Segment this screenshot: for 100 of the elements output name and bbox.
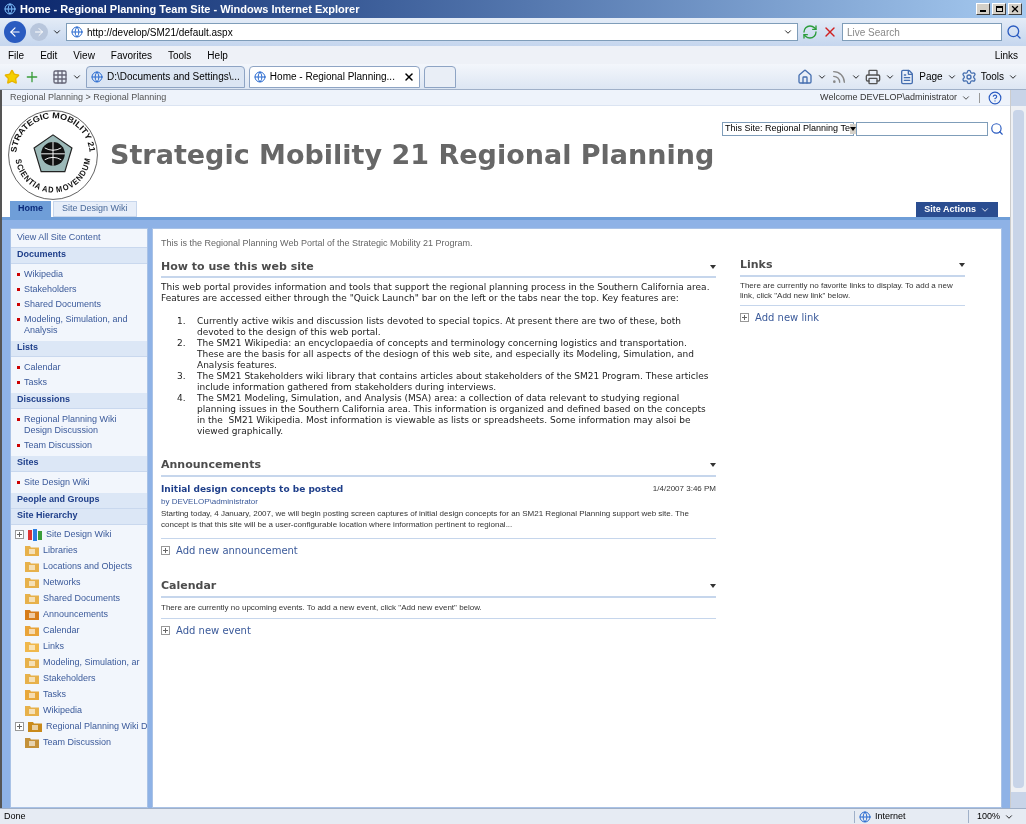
nav-link[interactable]: Wikipedia xyxy=(24,268,63,280)
announcement-body: Starting today, 4 January, 2007, we will begin posting screen captures of initial design concepts for an SM21 Regional Planning support web site. The concept is that this site will be a user-configurable location where information pertinent to regional... xyxy=(161,508,716,539)
tree-item[interactable]: Site Design Wiki xyxy=(46,527,112,542)
add-link[interactable]: Add new announcement xyxy=(176,543,298,558)
breadcrumb[interactable]: Regional Planning > Regional Planning xyxy=(10,90,167,105)
folder-icon xyxy=(25,593,39,604)
add-link[interactable]: Add new event xyxy=(176,622,251,638)
announcement-author[interactable]: by DEVELOP\administrator xyxy=(161,496,716,508)
dropdown-arrow-icon[interactable] xyxy=(959,263,965,268)
refresh-icon[interactable] xyxy=(802,24,818,40)
bullet-icon xyxy=(17,480,20,484)
menu-item[interactable]: Edit xyxy=(40,47,58,63)
browser-icon xyxy=(4,3,16,15)
intro-text: This is the Regional Planning Web Portal of the Strategic Mobility 21 Program. xyxy=(161,237,474,250)
tree-item[interactable]: Team Discussion xyxy=(43,735,112,750)
nav-link[interactable]: Modeling, Simulation, and Analysis xyxy=(24,313,141,336)
tree-item[interactable]: Tasks xyxy=(43,687,66,702)
forward-arrow-icon xyxy=(33,26,45,38)
bullet-icon xyxy=(17,317,20,321)
folder-icon xyxy=(25,561,39,572)
search-scope-dropdown[interactable]: This Site: Regional Planning Te xyxy=(722,122,854,136)
tree-item[interactable]: Announcements xyxy=(43,607,109,622)
site-icon xyxy=(28,528,42,541)
links-label[interactable]: Links xyxy=(994,47,1018,63)
tree-item[interactable]: Locations and Objects xyxy=(43,559,133,574)
zoom-button[interactable]: 100% xyxy=(967,809,1022,824)
list-number: 2. xyxy=(176,338,187,350)
tree-item[interactable]: Shared Documents xyxy=(43,591,121,606)
nav-section-heading[interactable]: Lists xyxy=(11,340,147,357)
web-part-title: Calendar xyxy=(161,578,217,594)
add-link[interactable]: Add new link xyxy=(755,309,820,325)
nav-link[interactable]: Tasks xyxy=(24,376,47,388)
dropdown-arrow-icon[interactable] xyxy=(710,463,716,468)
print-icon[interactable] xyxy=(865,68,882,85)
folder-icon xyxy=(25,705,39,716)
nav-section-heading[interactable]: People and Groups xyxy=(11,492,147,509)
menu-item[interactable]: View xyxy=(73,47,95,63)
bullet-icon xyxy=(17,272,20,276)
list-item-text: The SM21 Stakeholders wiki library that contains articles about stakeholders of the SM21 Program. These articles include information gathered from stakeholders during interviews. xyxy=(197,371,710,393)
site-title: Strategic Mobility 21 Regional Planning xyxy=(110,137,715,172)
menu-item[interactable]: Favorites xyxy=(110,47,152,63)
search-icon[interactable] xyxy=(1006,24,1022,40)
nav-tab[interactable]: Site Design Wiki xyxy=(53,201,137,217)
nav-link[interactable]: Site Design Wiki xyxy=(24,476,90,488)
dropdown-arrow-icon[interactable] xyxy=(710,264,716,269)
zone-label: Internet xyxy=(874,809,906,823)
menu-item[interactable]: Tools xyxy=(168,47,192,63)
menu-item[interactable]: Help xyxy=(207,47,228,63)
nav-link[interactable]: Calendar xyxy=(24,361,61,373)
tree-item[interactable]: Links xyxy=(43,639,64,654)
feeds-icon[interactable] xyxy=(831,68,848,85)
announcement-date: 1/4/2007 3:46 PM xyxy=(652,482,716,495)
close-button[interactable] xyxy=(1008,3,1022,15)
web-part-text: This web portal provides information and tools that support the regional planning process in the Southern California area. Features are accessed either through the "Quick Launch" bar on the left or the tabs near the top. Key features are: xyxy=(161,282,711,304)
quick-tabs-icon[interactable] xyxy=(52,68,68,85)
favorites-star-icon[interactable] xyxy=(4,68,20,85)
list-number: 4. xyxy=(176,393,187,405)
back-button[interactable] xyxy=(4,21,26,43)
web-part-title: How to use this web site xyxy=(161,258,314,275)
tree-item[interactable]: Networks xyxy=(43,575,81,590)
list-number: 1. xyxy=(176,316,187,328)
bullet-icon xyxy=(17,302,20,306)
welcome-menu-button[interactable]: Welcome DEVELOP\administrator xyxy=(820,90,971,105)
dropdown-arrow-icon[interactable] xyxy=(710,584,716,589)
tools-menu-button[interactable]: Tools xyxy=(980,69,1018,84)
nav-tab[interactable]: Home xyxy=(10,201,51,217)
tree-item[interactable]: Regional Planning Wiki D xyxy=(46,719,148,734)
maximize-button[interactable] xyxy=(992,3,1006,15)
browser-tab[interactable]: D:\Documents and Settings\... xyxy=(86,65,245,88)
plus-icon xyxy=(161,546,170,555)
search-icon[interactable] xyxy=(990,122,1004,136)
tree-item[interactable]: Calendar xyxy=(43,623,80,638)
folder-icon xyxy=(25,609,39,620)
tree-item[interactable]: Wikipedia xyxy=(43,703,82,718)
page-menu-button[interactable]: Page xyxy=(919,69,957,84)
help-icon[interactable] xyxy=(988,90,1002,105)
site-actions-button[interactable]: Site Actions xyxy=(916,202,998,217)
address-field[interactable]: http://develop/SM21/default.aspx xyxy=(66,23,798,41)
nav-link[interactable]: Regional Planning Wiki Design Discussion xyxy=(24,413,141,436)
browser-tab[interactable]: Home - Regional Planning... xyxy=(248,65,420,88)
plus-icon xyxy=(15,530,24,539)
tree-item[interactable]: Stakeholders xyxy=(43,671,96,686)
nav-section-heading[interactable]: Discussions xyxy=(11,392,147,409)
minimize-button[interactable] xyxy=(976,3,990,15)
nav-link[interactable]: Team Discussion xyxy=(24,439,93,451)
empty-message: There are currently no favorite links to display. To add a new link, click "Add new link" below. xyxy=(740,280,965,306)
menu-item[interactable]: File xyxy=(8,47,25,63)
tree-item[interactable]: Modeling, Simulation, ar xyxy=(43,655,140,670)
bullet-icon xyxy=(17,365,20,369)
nav-section-heading[interactable]: Sites xyxy=(11,455,147,472)
plus-icon xyxy=(15,722,24,731)
close-tab-icon[interactable] xyxy=(402,70,415,83)
site-search-field[interactable] xyxy=(856,122,988,136)
nav-link[interactable]: Shared Documents xyxy=(24,298,102,310)
home-icon[interactable] xyxy=(797,68,814,85)
nav-link[interactable]: Stakeholders xyxy=(24,283,77,295)
announcement-title[interactable]: Initial design concepts to be posted xyxy=(161,482,344,496)
list-item-text: The SM21 Wikipedia: an encyclopaedia of concepts and terminology concerning logistics and transportation. These are the basis for all aspects of the desiogn of this web site, and especially its Modeling, Simulation, and Analysis features. xyxy=(197,338,695,371)
search-field[interactable]: Live Search xyxy=(842,23,1002,41)
tree-item[interactable]: Libraries xyxy=(43,543,78,558)
